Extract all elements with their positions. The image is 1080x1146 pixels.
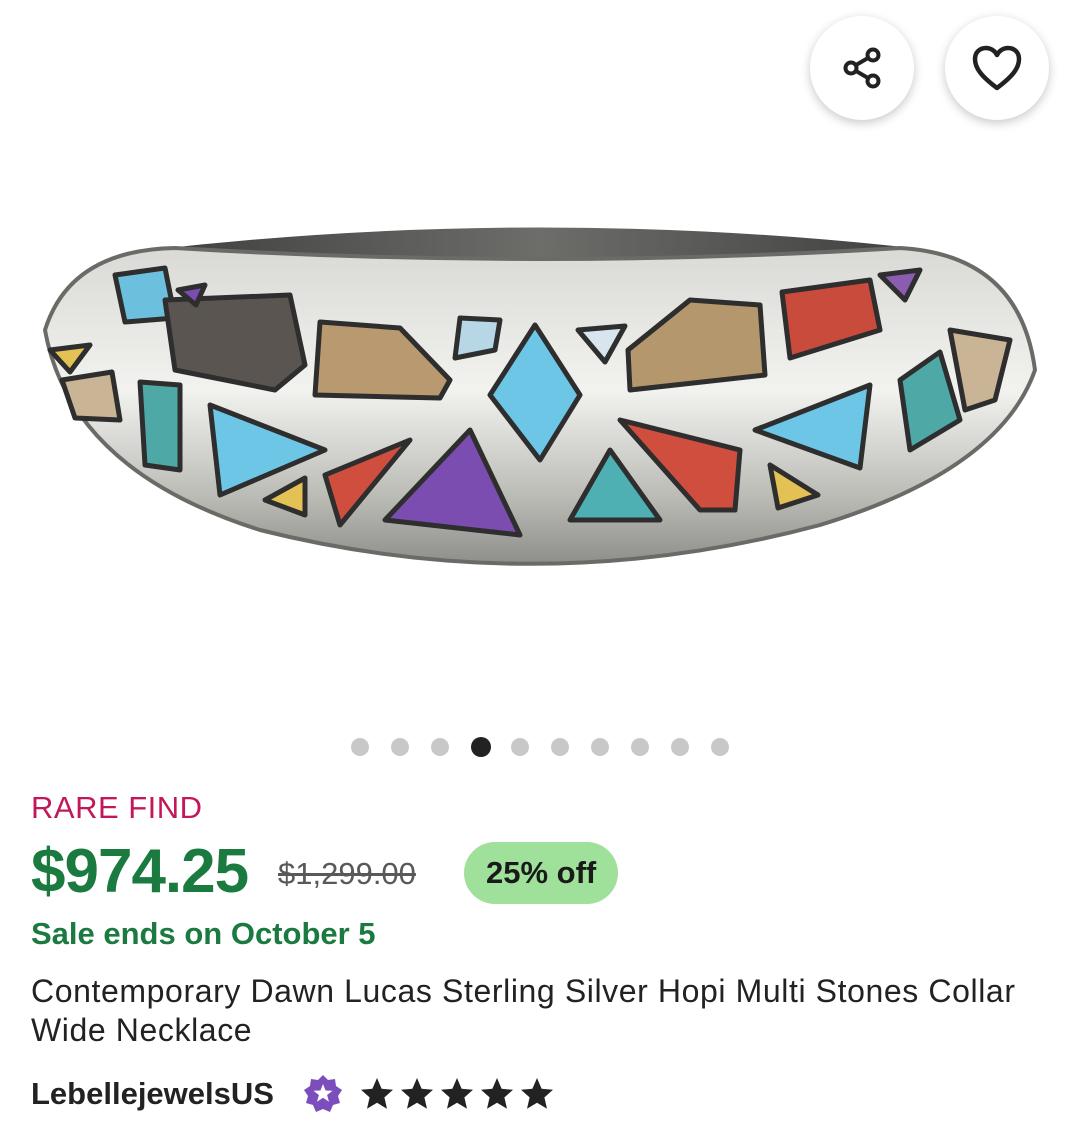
- carousel-dot[interactable]: [391, 738, 409, 756]
- star-seller-badge-icon: [304, 1075, 342, 1112]
- carousel-dot[interactable]: [431, 738, 449, 756]
- seller-name[interactable]: LebellejewelsUS: [31, 1076, 274, 1112]
- carousel-dot[interactable]: [351, 738, 369, 756]
- listing-title: Contemporary Dawn Lucas Sterling Silver …: [31, 973, 1016, 1048]
- product-image-carousel[interactable]: [0, 0, 1080, 720]
- carousel-dot[interactable]: [671, 738, 689, 756]
- discount-badge: 25% off: [464, 842, 619, 904]
- sale-price: $974.25: [31, 837, 249, 906]
- share-icon: [843, 47, 881, 89]
- price-row: $974.25 $1,299.00 25% off: [31, 836, 1051, 908]
- share-button[interactable]: [810, 16, 914, 120]
- original-price: $1,299.00: [278, 856, 416, 891]
- favorite-button[interactable]: [945, 16, 1049, 120]
- heart-outline-icon: [972, 45, 1022, 91]
- product-image[interactable]: [0, 0, 1080, 720]
- carousel-dot-active[interactable]: [471, 737, 491, 757]
- carousel-dot[interactable]: [591, 738, 609, 756]
- carousel-pagination[interactable]: [0, 736, 1080, 758]
- carousel-dot[interactable]: [711, 738, 729, 756]
- carousel-dot[interactable]: [551, 738, 569, 756]
- seller-row[interactable]: LebellejewelsUS: [31, 1072, 1051, 1118]
- sale-end-text: Sale ends on October 5: [31, 916, 376, 951]
- star-icon: [361, 1078, 393, 1109]
- rare-find-label: RARE FIND: [31, 790, 203, 825]
- star-icon: [441, 1078, 473, 1109]
- carousel-dot[interactable]: [631, 738, 649, 756]
- carousel-dot[interactable]: [511, 738, 529, 756]
- star-icon: [481, 1078, 513, 1109]
- star-icon: [401, 1078, 433, 1109]
- star-icon: [521, 1078, 553, 1109]
